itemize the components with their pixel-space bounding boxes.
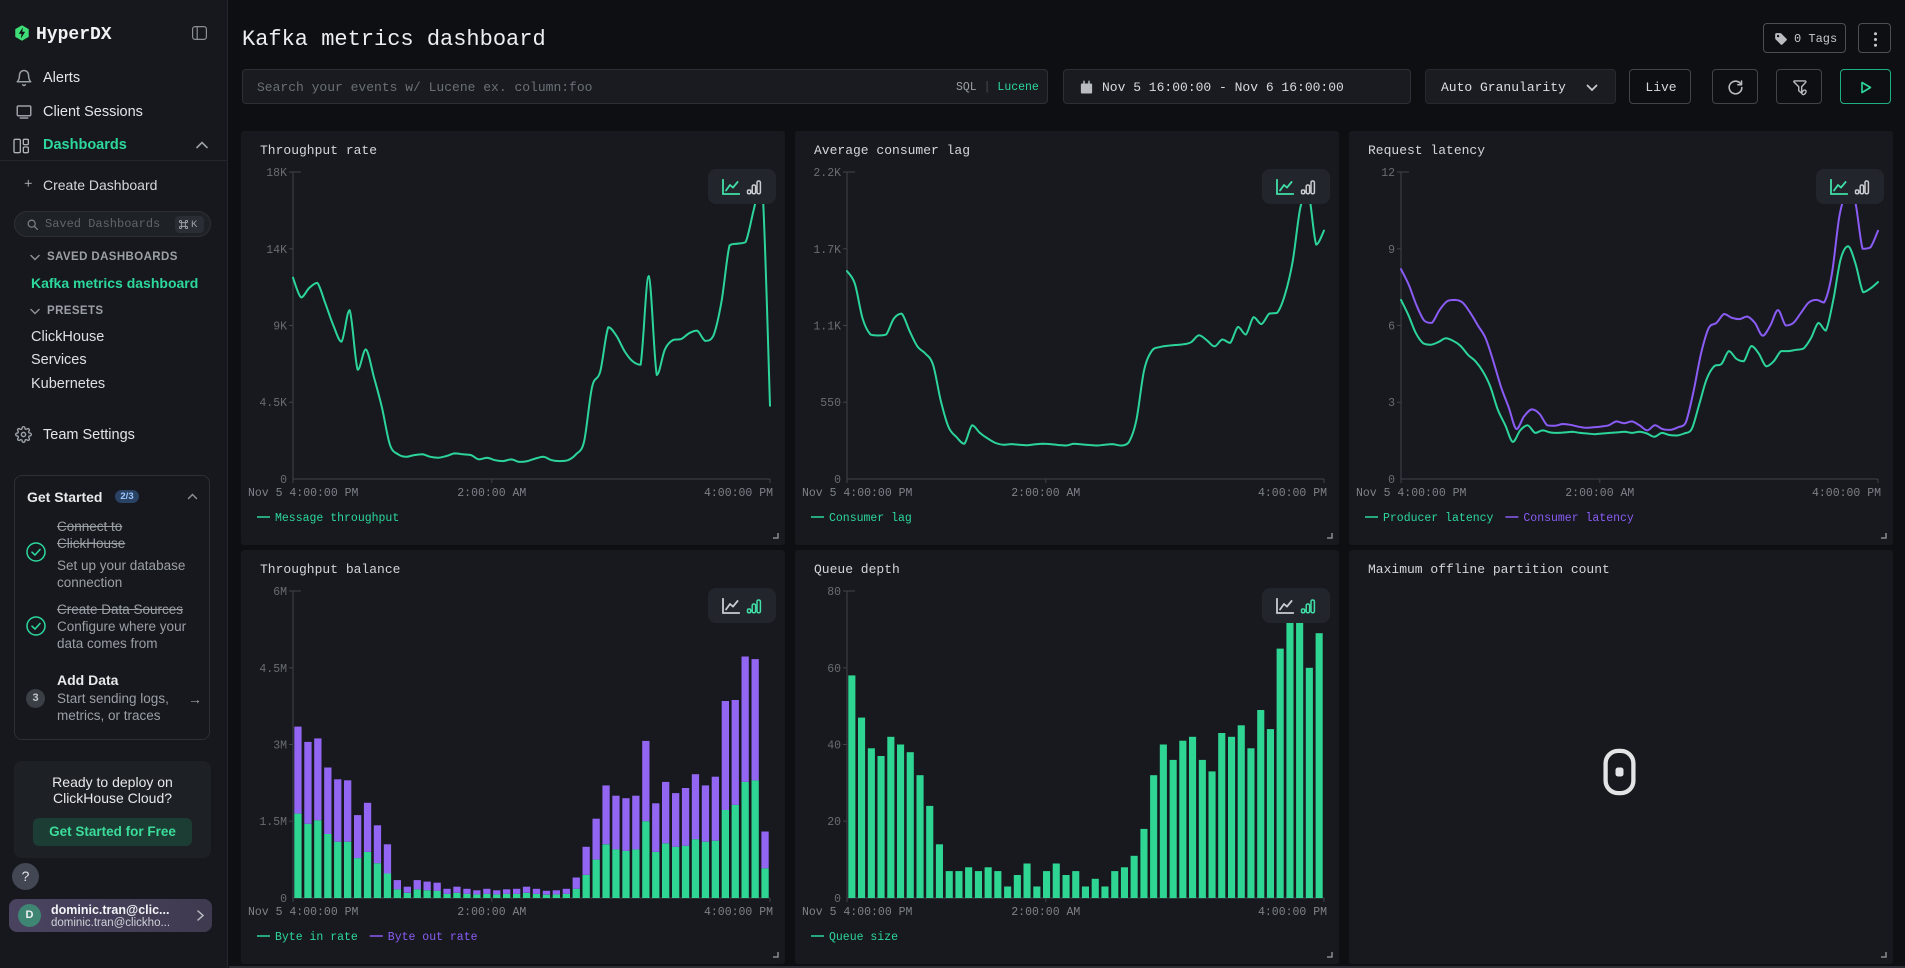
svg-text:Consumer lag: Consumer lag: [829, 512, 912, 525]
svg-text:0: 0: [834, 474, 841, 487]
svg-text:3M: 3M: [273, 740, 287, 753]
svg-text:Nov 5 4:00:00 PM: Nov 5 4:00:00 PM: [1356, 487, 1467, 500]
svg-text:Queue size: Queue size: [829, 931, 898, 944]
svg-text:Nov 5 4:00:00 PM: Nov 5 4:00:00 PM: [802, 487, 913, 500]
svg-text:Consumer latency: Consumer latency: [1523, 512, 1634, 525]
svg-text:Nov 5 4:00:00 PM: Nov 5 4:00:00 PM: [248, 906, 359, 919]
svg-text:0: 0: [280, 893, 287, 906]
svg-text:4:00:00 PM: 4:00:00 PM: [704, 906, 773, 919]
svg-text:4:00:00 PM: 4:00:00 PM: [704, 487, 773, 500]
svg-text:20: 20: [827, 816, 841, 829]
svg-text:Nov 5 4:00:00 PM: Nov 5 4:00:00 PM: [802, 906, 913, 919]
svg-text:1.5M: 1.5M: [259, 816, 287, 829]
svg-text:0: 0: [834, 893, 841, 906]
svg-text:6M: 6M: [273, 586, 287, 599]
svg-text:6: 6: [1388, 321, 1395, 334]
svg-text:Byte in rate: Byte in rate: [275, 931, 358, 944]
svg-text:0: 0: [280, 474, 287, 487]
svg-text:2:00:00 AM: 2:00:00 AM: [1011, 487, 1080, 500]
svg-text:3: 3: [1388, 397, 1395, 410]
svg-text:40: 40: [827, 740, 841, 753]
svg-text:4.5M: 4.5M: [259, 663, 287, 676]
svg-text:2:00:00 AM: 2:00:00 AM: [457, 487, 526, 500]
svg-text:12: 12: [1381, 167, 1395, 180]
svg-text:2.2K: 2.2K: [813, 167, 841, 180]
svg-text:2:00:00 AM: 2:00:00 AM: [1011, 906, 1080, 919]
svg-text:14K: 14K: [266, 244, 287, 257]
svg-text:0: 0: [1388, 474, 1395, 487]
svg-text:4:00:00 PM: 4:00:00 PM: [1258, 906, 1327, 919]
svg-text:2:00:00 AM: 2:00:00 AM: [1565, 487, 1634, 500]
svg-text:4:00:00 PM: 4:00:00 PM: [1812, 487, 1881, 500]
svg-text:60: 60: [827, 663, 841, 676]
svg-text:Nov 5 4:00:00 PM: Nov 5 4:00:00 PM: [248, 487, 359, 500]
svg-text:Message throughput: Message throughput: [275, 512, 399, 525]
svg-text:2:00:00 AM: 2:00:00 AM: [457, 906, 526, 919]
svg-text:18K: 18K: [266, 167, 287, 180]
svg-text:4:00:00 PM: 4:00:00 PM: [1258, 487, 1327, 500]
svg-text:1.1K: 1.1K: [813, 321, 841, 334]
svg-text:Producer latency: Producer latency: [1383, 512, 1494, 525]
svg-text:80: 80: [827, 586, 841, 599]
svg-text:1.7K: 1.7K: [813, 244, 841, 257]
svg-text:4.5K: 4.5K: [259, 397, 287, 410]
svg-text:550: 550: [820, 397, 841, 410]
svg-text:Byte out rate: Byte out rate: [388, 931, 478, 944]
svg-text:9: 9: [1388, 244, 1395, 257]
svg-text:9K: 9K: [273, 321, 287, 334]
